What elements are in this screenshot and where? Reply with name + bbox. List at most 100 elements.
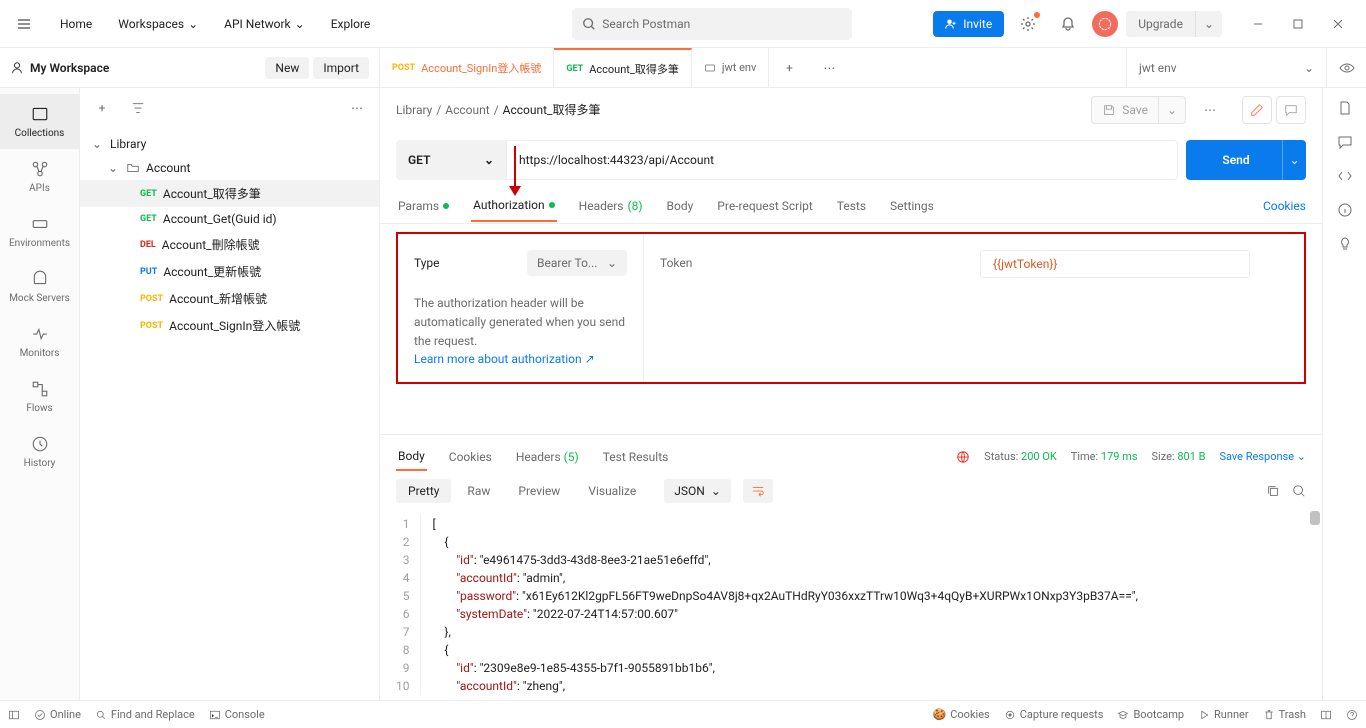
nav-home[interactable]: Home	[48, 11, 104, 37]
token-input[interactable]: {{jwtToken}}	[980, 250, 1250, 278]
tab-prereq[interactable]: Pre-request Script	[715, 191, 814, 221]
format-select[interactable]: JSON ⌄	[664, 479, 731, 503]
sb-bootcamp[interactable]: Bootcamp	[1117, 708, 1184, 721]
send-dropdown[interactable]: ⌄	[1282, 140, 1306, 180]
search-response-button[interactable]	[1292, 484, 1306, 498]
nav-api-network[interactable]: API Network⌄	[212, 11, 317, 37]
chevron-down-icon: ⌄	[1304, 61, 1314, 75]
upgrade-button[interactable]: Upgrade	[1126, 11, 1196, 37]
tree-account-folder[interactable]: ⌄ Account	[80, 156, 379, 180]
tree-item-delete[interactable]: DEL Account_刪除帳號	[80, 231, 379, 258]
avatar[interactable]	[1092, 11, 1118, 37]
invite-button[interactable]: Invite	[933, 11, 1004, 37]
tab-more-button[interactable]: ⋯	[809, 48, 849, 87]
globe-icon[interactable]	[956, 450, 970, 464]
tab-body[interactable]: Body	[665, 191, 696, 221]
rail-apis[interactable]: APIs	[0, 149, 79, 204]
nav-explore[interactable]: Explore	[319, 11, 383, 37]
url-input[interactable]: https://localhost:44323/api/Account	[506, 140, 1178, 180]
search-input[interactable]: Search Postman	[572, 8, 852, 40]
rr-code[interactable]	[1337, 168, 1353, 184]
tab-signin[interactable]: POST Account_SignIn登入帳號	[380, 48, 554, 87]
save-dropdown[interactable]: ⌄	[1159, 96, 1186, 124]
notifications-button[interactable]	[1052, 8, 1084, 40]
rail-flows[interactable]: Flows	[0, 369, 79, 424]
resp-tab-tests[interactable]: Test Results	[601, 444, 671, 470]
auth-type-select[interactable]: Bearer To... ⌄	[527, 250, 627, 276]
sb-online[interactable]: Online	[34, 708, 81, 721]
scrollbar[interactable]	[1310, 511, 1320, 525]
settings-button[interactable]	[1012, 8, 1044, 40]
auth-learn-more[interactable]: Learn more about authorization ↗	[414, 352, 627, 366]
sb-panes[interactable]	[1320, 708, 1332, 721]
maximize-button[interactable]	[1278, 8, 1318, 40]
resp-tab-body[interactable]: Body	[396, 443, 427, 471]
view-pretty[interactable]: Pretty	[396, 479, 451, 503]
comment-button[interactable]	[1276, 96, 1306, 124]
resp-tab-cookies[interactable]: Cookies	[447, 444, 494, 470]
sidebar-more[interactable]: ⋯	[343, 94, 371, 122]
response-body[interactable]: 12345678910 [ { "id": "e4961475-3dd3-43d…	[380, 511, 1322, 699]
tree-item-signin[interactable]: POST Account_SignIn登入帳號	[80, 312, 379, 339]
rr-bulb[interactable]	[1337, 236, 1353, 252]
tab-params[interactable]: Params	[396, 191, 451, 221]
crumb-library[interactable]: Library	[396, 103, 432, 117]
close-button[interactable]	[1318, 8, 1358, 40]
send-button[interactable]: Send	[1186, 140, 1286, 180]
wrap-button[interactable]	[743, 479, 773, 503]
environment-selector[interactable]: jwt env ⌄	[1126, 48, 1326, 87]
sb-help[interactable]	[1346, 708, 1358, 721]
rail-history[interactable]: History	[0, 424, 79, 479]
rail-collections[interactable]: Collections	[0, 94, 79, 149]
resp-tab-headers[interactable]: Headers (5)	[514, 444, 581, 470]
new-button[interactable]: New	[265, 57, 309, 79]
new-tab-button[interactable]: +	[769, 48, 809, 87]
workspace-name[interactable]: My Workspace	[10, 61, 109, 75]
notification-dot	[1034, 12, 1040, 18]
create-button[interactable]: +	[88, 94, 116, 122]
edit-button[interactable]	[1242, 96, 1272, 124]
tree-item-get-guid[interactable]: GET Account_Get(Guid id)	[80, 207, 379, 231]
sb-cookies[interactable]: 🍪 Cookies	[933, 708, 990, 721]
tab-tests[interactable]: Tests	[835, 191, 868, 221]
tree-item-post-new[interactable]: POST Account_新增帳號	[80, 285, 379, 312]
view-raw[interactable]: Raw	[455, 479, 502, 503]
crumb-account[interactable]: Account	[445, 103, 489, 117]
filter-button[interactable]	[124, 94, 152, 122]
tab-headers[interactable]: Headers (8)	[577, 191, 645, 221]
environments-icon	[31, 215, 49, 233]
rr-info[interactable]	[1337, 202, 1353, 218]
tree-item-get-multi[interactable]: GET Account_取得多筆	[80, 180, 379, 207]
sb-capture[interactable]: Capture requests	[1004, 708, 1104, 721]
tab-jwt-env[interactable]: jwt env	[692, 48, 769, 87]
sb-runner[interactable]: Runner	[1198, 708, 1249, 721]
copy-button[interactable]	[1266, 484, 1280, 498]
rail-mock[interactable]: Mock Servers	[0, 259, 79, 314]
import-button[interactable]: Import	[313, 57, 369, 79]
rr-docs[interactable]	[1337, 100, 1353, 116]
environment-quicklook[interactable]	[1326, 48, 1366, 87]
rail-monitors[interactable]: Monitors	[0, 314, 79, 369]
minimize-button[interactable]	[1238, 8, 1278, 40]
rr-comments[interactable]	[1337, 134, 1353, 150]
more-actions[interactable]: ⋯	[1194, 94, 1226, 126]
upgrade-dropdown[interactable]: ⌄	[1196, 11, 1222, 37]
tree-item-put[interactable]: PUT Account_更新帳號	[80, 258, 379, 285]
sb-find[interactable]: Find and Replace	[95, 708, 195, 721]
save-response-button[interactable]: Save Response ⌄	[1219, 450, 1306, 463]
view-visualize[interactable]: Visualize	[576, 479, 648, 503]
save-button[interactable]: Save	[1091, 96, 1159, 124]
view-preview[interactable]: Preview	[506, 479, 572, 503]
method-select[interactable]: GET ⌄	[396, 140, 506, 180]
tab-authorization[interactable]: Authorization	[471, 190, 557, 222]
cookies-link[interactable]: Cookies	[1263, 199, 1306, 213]
tree-library[interactable]: ⌄ Library	[80, 132, 379, 156]
rail-environments[interactable]: Environments	[0, 204, 79, 259]
tab-get-multi[interactable]: GET Account_取得多筆	[554, 48, 692, 87]
sb-sidebar-toggle[interactable]	[8, 709, 20, 721]
hamburger-menu[interactable]	[8, 8, 40, 40]
sb-trash[interactable]: Trash	[1263, 708, 1306, 721]
sb-console[interactable]: Console	[209, 708, 265, 721]
tab-settings[interactable]: Settings	[888, 191, 936, 221]
nav-workspaces[interactable]: Workspaces⌄	[106, 11, 210, 37]
